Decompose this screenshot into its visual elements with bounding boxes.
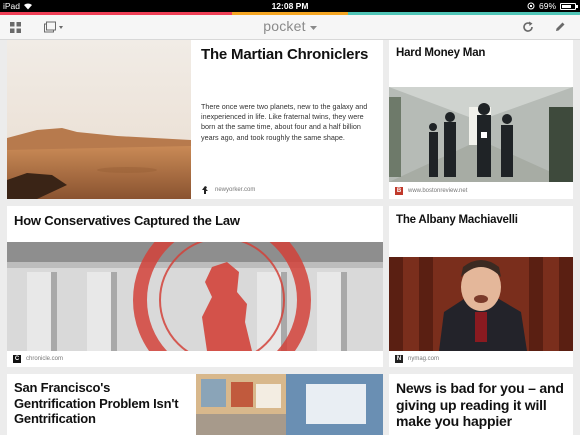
- courthouse-seal-image: [7, 242, 383, 351]
- toolbar: pocket: [0, 15, 580, 40]
- battery-icon: [560, 2, 578, 10]
- article-source: C chronicle.com: [13, 355, 63, 363]
- hallway-photo-image: [389, 87, 573, 182]
- tablet-photo-collage-image: [196, 374, 383, 435]
- article-card[interactable]: How Conservatives Captured the Law C chr…: [7, 206, 383, 367]
- newyorker-logo-icon: [202, 186, 208, 194]
- pencil-icon: [556, 22, 565, 31]
- article-title: San Francisco's Gentrification Problem I…: [14, 380, 179, 426]
- article-text: The Martian Chroniclers: [201, 46, 379, 64]
- article-card[interactable]: The Albany Machiavelli N nymag.com: [389, 206, 573, 367]
- app-title[interactable]: pocket: [0, 18, 580, 34]
- article-title: How Conservatives Captured the Law: [14, 213, 240, 228]
- article-source: B www.bostonreview.net: [395, 187, 467, 195]
- rotation-lock-icon: [527, 2, 535, 10]
- source-domain: chronicle.com: [26, 356, 64, 362]
- refresh-button[interactable]: [521, 15, 535, 39]
- source-domain: newyorker.com: [215, 187, 256, 193]
- nymag-logo-icon: N: [395, 355, 403, 363]
- article-card[interactable]: San Francisco's Gentrification Problem I…: [7, 374, 383, 435]
- source-domain: nymag.com: [408, 356, 440, 362]
- status-bar: iPad 12:08 PM 69%: [0, 0, 580, 12]
- article-image: [389, 87, 573, 182]
- refresh-icon: [523, 21, 533, 32]
- article-title: The Albany Machiavelli: [396, 214, 518, 226]
- status-time: 12:08 PM: [271, 1, 309, 11]
- article-card[interactable]: The Martian Chroniclers There once were …: [7, 40, 383, 199]
- status-right: 69%: [527, 0, 578, 12]
- article-excerpt: There once were two planets, new to the …: [201, 102, 368, 142]
- article-title: Hard Money Man: [396, 47, 486, 59]
- battery-percent: 69%: [538, 1, 556, 11]
- source-domain: www.bostonreview.net: [408, 188, 468, 194]
- chronicle-logo-icon: C: [13, 355, 21, 363]
- article-card[interactable]: Hard Money Man B www.bostonreview.net: [389, 40, 573, 199]
- mars-landscape-image: [7, 40, 191, 199]
- chevron-down-icon: [309, 26, 317, 30]
- governor-portrait-image: [389, 257, 573, 351]
- article-image: [7, 242, 383, 351]
- article-source: N nymag.com: [395, 355, 439, 363]
- article-image: [7, 40, 191, 199]
- article-image: [196, 374, 383, 435]
- article-card[interactable]: News is bad for you – and giving up read…: [389, 374, 573, 435]
- article-title: The Martian Chroniclers: [201, 46, 369, 63]
- article-source: newyorker.com: [201, 185, 255, 195]
- app-title-text: pocket: [263, 18, 306, 34]
- bostonreview-logo-icon: B: [395, 187, 403, 195]
- article-image: [389, 257, 573, 351]
- edit-button[interactable]: [553, 15, 567, 39]
- article-title: News is bad for you – and giving up read…: [396, 380, 564, 429]
